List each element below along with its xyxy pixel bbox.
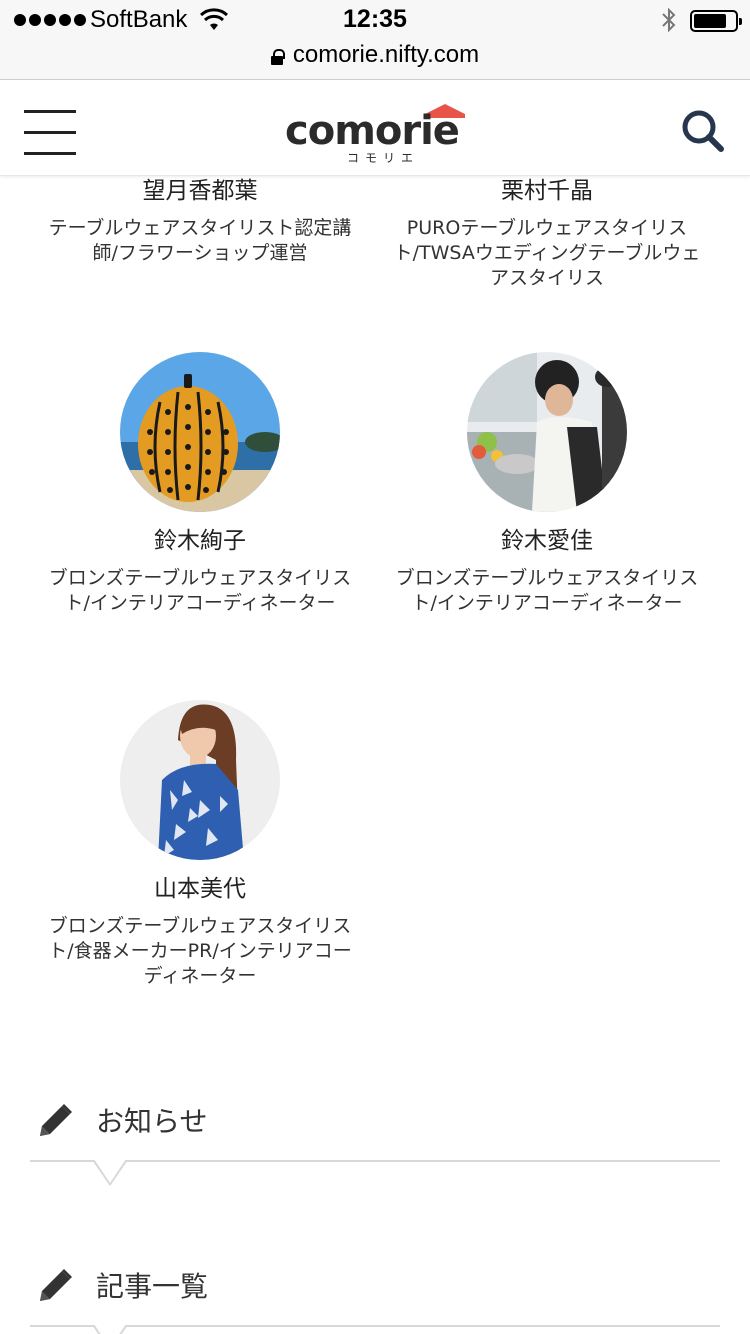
browser-address-bar[interactable]: comorie.nifty.com bbox=[0, 40, 750, 80]
bluetooth-icon bbox=[662, 7, 676, 33]
profile-name[interactable]: 山本美代 bbox=[45, 874, 355, 904]
profile-card[interactable]: 鈴木絢子 ブロンズテーブルウェアスタイリスト/インテリアコーディネーター bbox=[45, 352, 355, 616]
section-articles: 記事一覧 bbox=[30, 1265, 720, 1334]
pencil-icon bbox=[40, 1104, 72, 1136]
profile-avatar[interactable] bbox=[120, 352, 280, 512]
section-divider bbox=[30, 1159, 720, 1186]
profile-card[interactable]: 望月香都葉 テーブルウェアスタイリスト認定講師/フラワーショップ運営 bbox=[45, 176, 355, 266]
section-news: お知らせ bbox=[30, 1100, 720, 1186]
lock-icon bbox=[270, 49, 285, 65]
profile-name[interactable]: 鈴木愛佳 bbox=[392, 526, 702, 556]
profile-card[interactable]: 鈴木愛佳 ブロンズテーブルウェアスタイリスト/インテリアコーディネーター bbox=[392, 352, 702, 616]
profile-name[interactable]: 望月香都葉 bbox=[45, 176, 355, 206]
profile-name[interactable]: 鈴木絢子 bbox=[45, 526, 355, 556]
hamburger-menu-icon[interactable] bbox=[24, 110, 76, 156]
site-logo[interactable]: comorie コモリエ bbox=[285, 104, 470, 166]
status-time: 12:35 bbox=[343, 5, 407, 33]
profile-role: ブロンズテーブルウェアスタイリスト/インテリアコーディネーター bbox=[48, 567, 352, 614]
profile-role: テーブルウェアスタイリスト認定講師/フラワーショップ運営 bbox=[48, 217, 352, 264]
logo-subtitle: コモリエ bbox=[347, 151, 419, 165]
profile-avatar[interactable] bbox=[467, 352, 627, 512]
search-icon[interactable] bbox=[680, 108, 726, 154]
section-title: 記事一覧 bbox=[96, 1270, 209, 1303]
profile-name[interactable]: 栗村千晶 bbox=[392, 176, 702, 206]
profile-card[interactable]: 山本美代 ブロンズテーブルウェアスタイリスト/食器メーカーPR/インテリアコーデ… bbox=[45, 700, 355, 989]
pencil-icon bbox=[40, 1269, 72, 1301]
section-title: お知らせ bbox=[96, 1105, 208, 1138]
logo-wordmark: comorie bbox=[285, 108, 459, 154]
status-bar: SoftBank 12:35 bbox=[0, 0, 750, 40]
profile-card[interactable]: 栗村千晶 PUROテーブルウェアスタイリスト/TWSAウエディングテーブルウェア… bbox=[392, 176, 702, 291]
profile-role: ブロンズテーブルウェアスタイリスト/インテリアコーディネーター bbox=[395, 567, 699, 614]
battery-icon bbox=[690, 10, 742, 32]
profile-role: PUROテーブルウェアスタイリスト/TWSAウエディングテーブルウェアスタイリス bbox=[393, 217, 701, 289]
section-divider bbox=[30, 1324, 720, 1334]
profile-role: ブロンズテーブルウェアスタイリスト/食器メーカーPR/インテリアコーディネーター bbox=[48, 915, 352, 987]
profile-avatar[interactable] bbox=[120, 700, 280, 860]
url-text[interactable]: comorie.nifty.com bbox=[293, 40, 479, 70]
